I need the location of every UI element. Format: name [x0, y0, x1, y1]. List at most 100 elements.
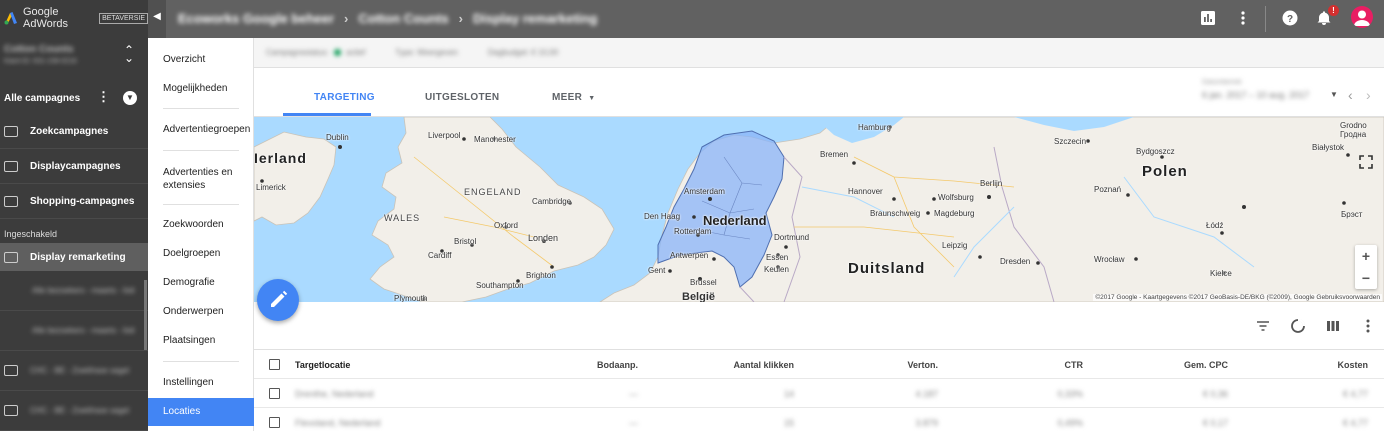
- map-label-brest: Брэст: [1341, 210, 1363, 219]
- column-header[interactable]: Bodaanp.: [564, 360, 638, 370]
- sidebar-item-active-campaign[interactable]: Display remarketing: [0, 243, 148, 271]
- reports-icon[interactable]: [1200, 10, 1216, 26]
- table-row[interactable]: Flevoland, Nederland — 15 3.879 0,49% € …: [254, 408, 1384, 431]
- sidebar-item-display-campaigns[interactable]: Displaycampagnes: [0, 149, 148, 184]
- breadcrumb-item[interactable]: Ecoworks Google beheer: [178, 11, 334, 26]
- map-label-liverpool: Liverpool: [428, 131, 461, 140]
- map-label-dortmund: Dortmund: [774, 233, 810, 242]
- locations-table: Targetlocatie Bodaanp. Aantal klikken Ve…: [254, 350, 1384, 431]
- tab-more-label: MEER: [552, 92, 583, 103]
- caret-down-icon[interactable]: ▼: [1330, 90, 1338, 99]
- active-campaign-label: Display remarketing: [30, 251, 126, 263]
- sidebar-scrollbar[interactable]: [144, 280, 147, 350]
- tab-targeting[interactable]: TARGETING: [314, 92, 375, 103]
- segment-icon[interactable]: [1290, 318, 1306, 334]
- map-label-antwerpen: Antwerpen: [670, 251, 709, 260]
- map-label-germany: Duitsland: [848, 260, 926, 277]
- breadcrumb-item[interactable]: Cotton Counts: [358, 11, 448, 26]
- ad-group-label: Alle bezoekers - maarts - listi: [32, 326, 135, 335]
- sidebar-ad-group[interactable]: Alle bezoekers - maarts - listi: [0, 271, 148, 311]
- tab-excluded[interactable]: UITGESLOTEN: [425, 92, 499, 103]
- column-header[interactable]: Aantal klikken: [694, 360, 794, 370]
- row-checkbox[interactable]: [269, 417, 280, 428]
- tab-more[interactable]: MEER ▼: [552, 92, 595, 103]
- map-label-bremen: Bremen: [820, 150, 849, 159]
- nav-item-ad-groups[interactable]: Advertentiegroepen: [148, 124, 254, 135]
- cell-location[interactable]: Drenthe, Nederland: [295, 389, 374, 399]
- sidebar-item-search-campaigns[interactable]: Zoekcampagnes: [0, 114, 148, 149]
- sidebar-item-shopping-campaigns[interactable]: Shopping-campagnes: [0, 184, 148, 219]
- column-header[interactable]: Verton.: [854, 360, 938, 370]
- zoom-out-button[interactable]: −: [1355, 267, 1377, 289]
- avatar[interactable]: [1351, 6, 1373, 28]
- location-map[interactable]: Ierland WALES ENGELAND Nederland Duitsla…: [254, 117, 1384, 302]
- account-switcher[interactable]: Cotton Counts Klant-ID: 631-158-0216 ⌃ ⌄: [0, 36, 148, 76]
- nav-item-demographics[interactable]: Demografie: [148, 277, 254, 288]
- map-label-belgium: België: [682, 291, 716, 302]
- pencil-icon: [271, 290, 288, 307]
- map-label-lodz: Łódź: [1206, 221, 1224, 230]
- type-value: Weergeven: [417, 48, 458, 57]
- nav-item-placements[interactable]: Plaatsingen: [148, 335, 254, 346]
- breadcrumb-item[interactable]: Display remarketing: [473, 11, 597, 26]
- status-active-icon: [333, 49, 341, 57]
- cell-location[interactable]: Flevoland, Nederland: [295, 418, 381, 428]
- filter-icon[interactable]: [1255, 318, 1271, 334]
- breadcrumb: Ecoworks Google beheer › Cotton Counts ›…: [178, 11, 597, 26]
- map-label-rotterdam: Rotterdam: [674, 227, 712, 236]
- column-header[interactable]: Gem. CPC: [1154, 360, 1228, 370]
- sidebar-search-campaign[interactable]: CHC - BE - Zoekfrase sagel: [0, 351, 148, 391]
- unfold-icon[interactable]: ⌃ ⌄: [124, 44, 134, 64]
- column-header[interactable]: CTR: [1014, 360, 1084, 370]
- map-label-gent: Gent: [648, 266, 666, 275]
- nav-divider: [163, 361, 239, 362]
- nav-item-keywords[interactable]: Zoekwoorden: [148, 219, 254, 230]
- more-vert-icon[interactable]: [1235, 10, 1251, 26]
- nav-item-audiences[interactable]: Doelgroepen: [148, 248, 254, 259]
- select-all-checkbox[interactable]: [269, 359, 280, 370]
- all-campaigns-row[interactable]: Alle campagnes ⋮ ▼: [0, 82, 148, 114]
- collapse-sidebar-icon[interactable]: ◀: [148, 0, 166, 38]
- more-vert-icon[interactable]: [1360, 318, 1376, 334]
- edit-locations-button[interactable]: [257, 279, 299, 321]
- nav-item-ads-extensions[interactable]: Advertenties en extensies: [148, 166, 254, 192]
- status-value: actief: [346, 48, 366, 57]
- nav-item-settings[interactable]: Instellingen: [148, 377, 254, 388]
- column-header[interactable]: Targetlocatie: [295, 360, 350, 370]
- sidebar-search-campaign[interactable]: CHC - BE - Zoekfrase sagel: [0, 391, 148, 431]
- sidebar-ad-group[interactable]: Alle bezoekers - maarts - listi: [0, 311, 148, 351]
- zoom-in-button[interactable]: +: [1355, 245, 1377, 267]
- map-label-plymouth: Plymouth: [394, 294, 428, 302]
- help-icon[interactable]: ?: [1282, 10, 1298, 26]
- column-header[interactable]: Kosten: [1294, 360, 1368, 370]
- campaign-status-bar: Campagnestatus: actief Type: Weergeven D…: [254, 38, 1384, 68]
- nav-item-locations[interactable]: Locaties: [148, 398, 254, 426]
- cell-clicks: 14: [783, 389, 794, 399]
- columns-icon[interactable]: [1325, 318, 1341, 334]
- row-checkbox[interactable]: [269, 388, 280, 399]
- nav-item-overview[interactable]: Overzicht: [148, 54, 254, 65]
- map-label-dublin: Dublin: [326, 133, 349, 142]
- map-attribution[interactable]: ©2017 Google - Kaartgegevens ©2017 GeoBa…: [1093, 294, 1382, 301]
- nav-item-topics[interactable]: Onderwerpen: [148, 306, 254, 317]
- chevron-right-icon[interactable]: ›: [1366, 87, 1371, 103]
- nav-item-opportunities[interactable]: Mogelijkheden: [148, 83, 254, 94]
- chevron-left-icon[interactable]: ‹: [1348, 87, 1353, 103]
- campaign-type: Type: Weergeven: [395, 48, 458, 57]
- budget-label: Dagbudget:: [487, 48, 530, 57]
- fullscreen-icon[interactable]: [1355, 151, 1377, 173]
- map-label-amsterdam: Amsterdam: [684, 187, 725, 196]
- map-label-braunschweig: Braunschweig: [870, 209, 921, 218]
- map-label-grodno: Grodno Гродна: [1340, 121, 1367, 139]
- chevron-down-icon[interactable]: ▼: [123, 91, 137, 105]
- search-icon: [4, 125, 18, 137]
- table-row[interactable]: Drenthe, Nederland — 14 4.187 0,33% € 0,…: [254, 379, 1384, 408]
- date-range-value[interactable]: 6 jan. 2017 – 10 aug. 2017: [1202, 90, 1309, 100]
- map-label-southampton: Southampton: [476, 281, 524, 290]
- map-label-hamburg: Hamburg: [858, 123, 891, 132]
- brand[interactable]: Google AdWords BETAVERSIE: [0, 0, 148, 36]
- cell-clicks: 15: [783, 418, 794, 428]
- type-label: Type:: [395, 48, 415, 57]
- more-vert-icon[interactable]: ⋮: [97, 90, 110, 104]
- map-label-ireland: Ierland: [254, 150, 307, 166]
